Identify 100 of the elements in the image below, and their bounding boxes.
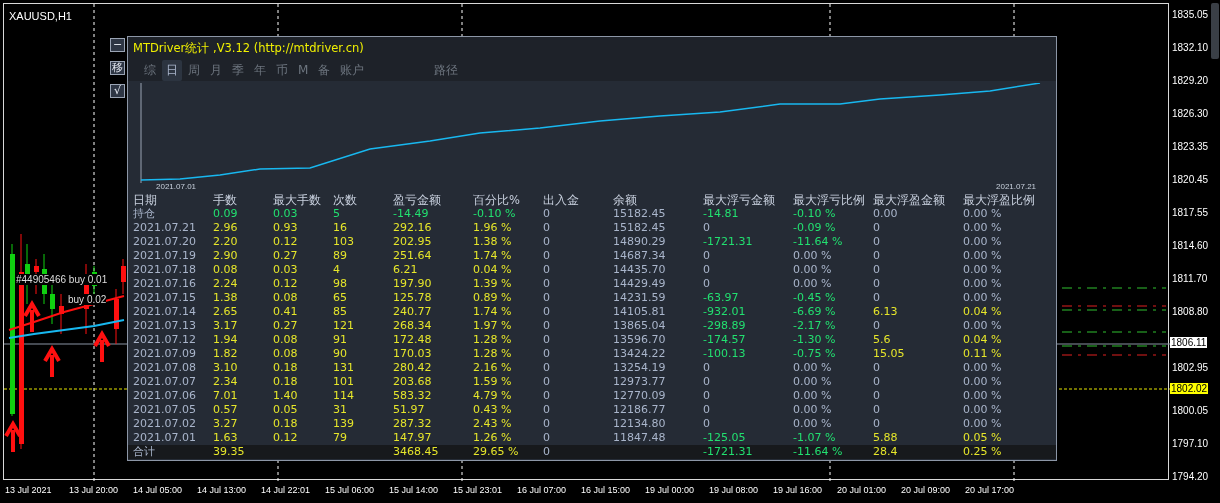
table-cell-text: 292.16 <box>393 221 433 235</box>
table-cell-text: 13865.04 <box>613 319 667 333</box>
tab[interactable]: 备 <box>314 59 335 81</box>
table-cell-text: 0 <box>543 417 551 431</box>
tab[interactable]: 账户 <box>336 59 369 81</box>
tab[interactable]: 年 <box>250 59 270 81</box>
tab[interactable]: 季 <box>228 59 248 81</box>
table-cell-text: -125.05 <box>703 431 747 445</box>
table-cell-text: 2021.07.19 <box>133 249 197 263</box>
table-cell-text: 91 <box>333 333 348 347</box>
table-cell-text: 0 <box>873 277 881 291</box>
time-label: 20 Jul 17:00 <box>965 485 1015 495</box>
tab[interactable]: 日 <box>162 59 182 81</box>
table-cell-text: 0.00 % <box>793 249 833 263</box>
table-cell-text: 0 <box>703 375 711 389</box>
table-cell-text: -63.97 <box>703 291 740 305</box>
column-header: 最大浮盈比例 <box>963 193 1036 207</box>
table-cell-text: 0 <box>873 403 881 417</box>
price-label: 1817.55 <box>1172 207 1209 218</box>
side-button[interactable]: − <box>110 38 125 52</box>
tab[interactable]: M <box>294 61 313 79</box>
table-cell-text: 1.74 % <box>473 249 513 263</box>
table-cell-text: -2.17 % <box>793 319 837 333</box>
table-cell-text: 0.00 % <box>793 361 833 375</box>
table-cell-text: 287.32 <box>393 417 433 431</box>
table-cell-text: -0.75 % <box>793 347 837 361</box>
table-cell-text: 2.24 <box>213 277 239 291</box>
table-cell-text: 12134.80 <box>613 417 667 431</box>
table-cell-text: 2.43 % <box>473 417 513 431</box>
table-cell-text: 2021.07.05 <box>133 403 197 417</box>
table-cell-text: 5.6 <box>873 333 892 347</box>
table-cell-text: 1.26 % <box>473 431 513 445</box>
price-label: 1800.05 <box>1172 405 1209 416</box>
table-cell-text: 1.59 % <box>473 375 513 389</box>
table-cell-text: 0.00 % <box>963 235 1003 249</box>
table-cell-text: 0 <box>873 291 881 305</box>
column-header: 手数 <box>213 193 238 207</box>
price-label: 1820.45 <box>1172 174 1209 185</box>
up-arrow-icon <box>23 300 41 334</box>
table-cell-text: 125.78 <box>393 291 433 305</box>
table-cell-text: 0.43 % <box>473 403 513 417</box>
column-header: 最大浮盈金额 <box>873 193 946 207</box>
table-cell-text: 98 <box>333 277 348 291</box>
table-cell-text: -1.07 % <box>793 431 837 445</box>
table-cell-text: 2021.07.12 <box>133 333 197 347</box>
table-cell-text: 1.96 % <box>473 221 513 235</box>
tab[interactable]: 综 <box>140 59 160 81</box>
table-cell-text: 0.00 % <box>963 403 1003 417</box>
side-button[interactable]: 移 <box>110 61 125 75</box>
table-cell-text: 0.00 % <box>963 207 1003 221</box>
table-cell-text: 280.42 <box>393 361 433 375</box>
table-cell-text: 持仓 <box>133 207 156 221</box>
table-cell-text: 28.4 <box>873 445 899 459</box>
column-header: 百分比% <box>473 193 521 207</box>
axis-label: 2021.07.01 <box>156 182 197 191</box>
table-cell-text: 0 <box>543 277 551 291</box>
table-cell-text: 2.96 <box>213 221 239 235</box>
table-cell-text: 0 <box>873 263 881 277</box>
table-cell-text: 0.12 <box>273 431 299 445</box>
table-cell-text: 2.65 <box>213 305 239 319</box>
tab[interactable]: 路径 <box>430 59 463 81</box>
table-cell-text: -0.09 % <box>793 221 837 235</box>
table-cell-text: 251.64 <box>393 249 433 263</box>
table-cell-text: 0.00 % <box>793 263 833 277</box>
table-cell-text: 3468.45 <box>393 445 440 459</box>
table-cell-text: 0 <box>703 403 711 417</box>
up-arrow-icon <box>43 345 61 379</box>
table-cell-text: 2021.07.07 <box>133 375 197 389</box>
table-cell-text: 0.12 <box>273 235 299 249</box>
tab[interactable]: 币 <box>272 59 292 81</box>
table-cell-text: 5 <box>333 207 341 221</box>
table-cell-text: 0 <box>543 235 551 249</box>
table-cell-text: 12973.77 <box>613 375 667 389</box>
table-cell-text: 2.90 <box>213 249 239 263</box>
tab[interactable]: 月 <box>206 59 226 81</box>
table-cell-text: 121 <box>333 319 355 333</box>
time-label: 16 Jul 07:00 <box>517 485 567 495</box>
up-arrow-icon <box>4 420 22 454</box>
table-cell-text: 0.89 % <box>473 291 513 305</box>
candle <box>50 283 55 325</box>
table-cell-text: 1.39 % <box>473 277 513 291</box>
table-cell-text: 0.25 % <box>963 445 1003 459</box>
table-cell-text: 0.11 % <box>963 347 1003 361</box>
time-label: 13 Jul 2021 <box>5 485 52 495</box>
tab[interactable]: 周 <box>184 59 204 81</box>
table-cell-text: 139 <box>333 417 355 431</box>
column-header: 余额 <box>613 193 638 207</box>
price-label: 1835.05 <box>1172 9 1209 20</box>
table-cell-text: 1.38 % <box>473 235 513 249</box>
table-cell-text: 14231.59 <box>613 291 667 305</box>
side-button[interactable]: √ <box>110 84 125 98</box>
table-cell-text: 147.97 <box>393 431 433 445</box>
table-cell-text: 0 <box>543 333 551 347</box>
price-label: 1811.70 <box>1172 273 1208 284</box>
table-cell-text: 0 <box>543 389 551 403</box>
price-label: 1829.20 <box>1172 75 1209 86</box>
price-label: 1814.60 <box>1172 240 1209 251</box>
table-cell-text: -6.69 % <box>793 305 837 319</box>
table-cell-text: 0.41 <box>273 305 299 319</box>
table-cell-text: 0.00 % <box>963 291 1003 305</box>
